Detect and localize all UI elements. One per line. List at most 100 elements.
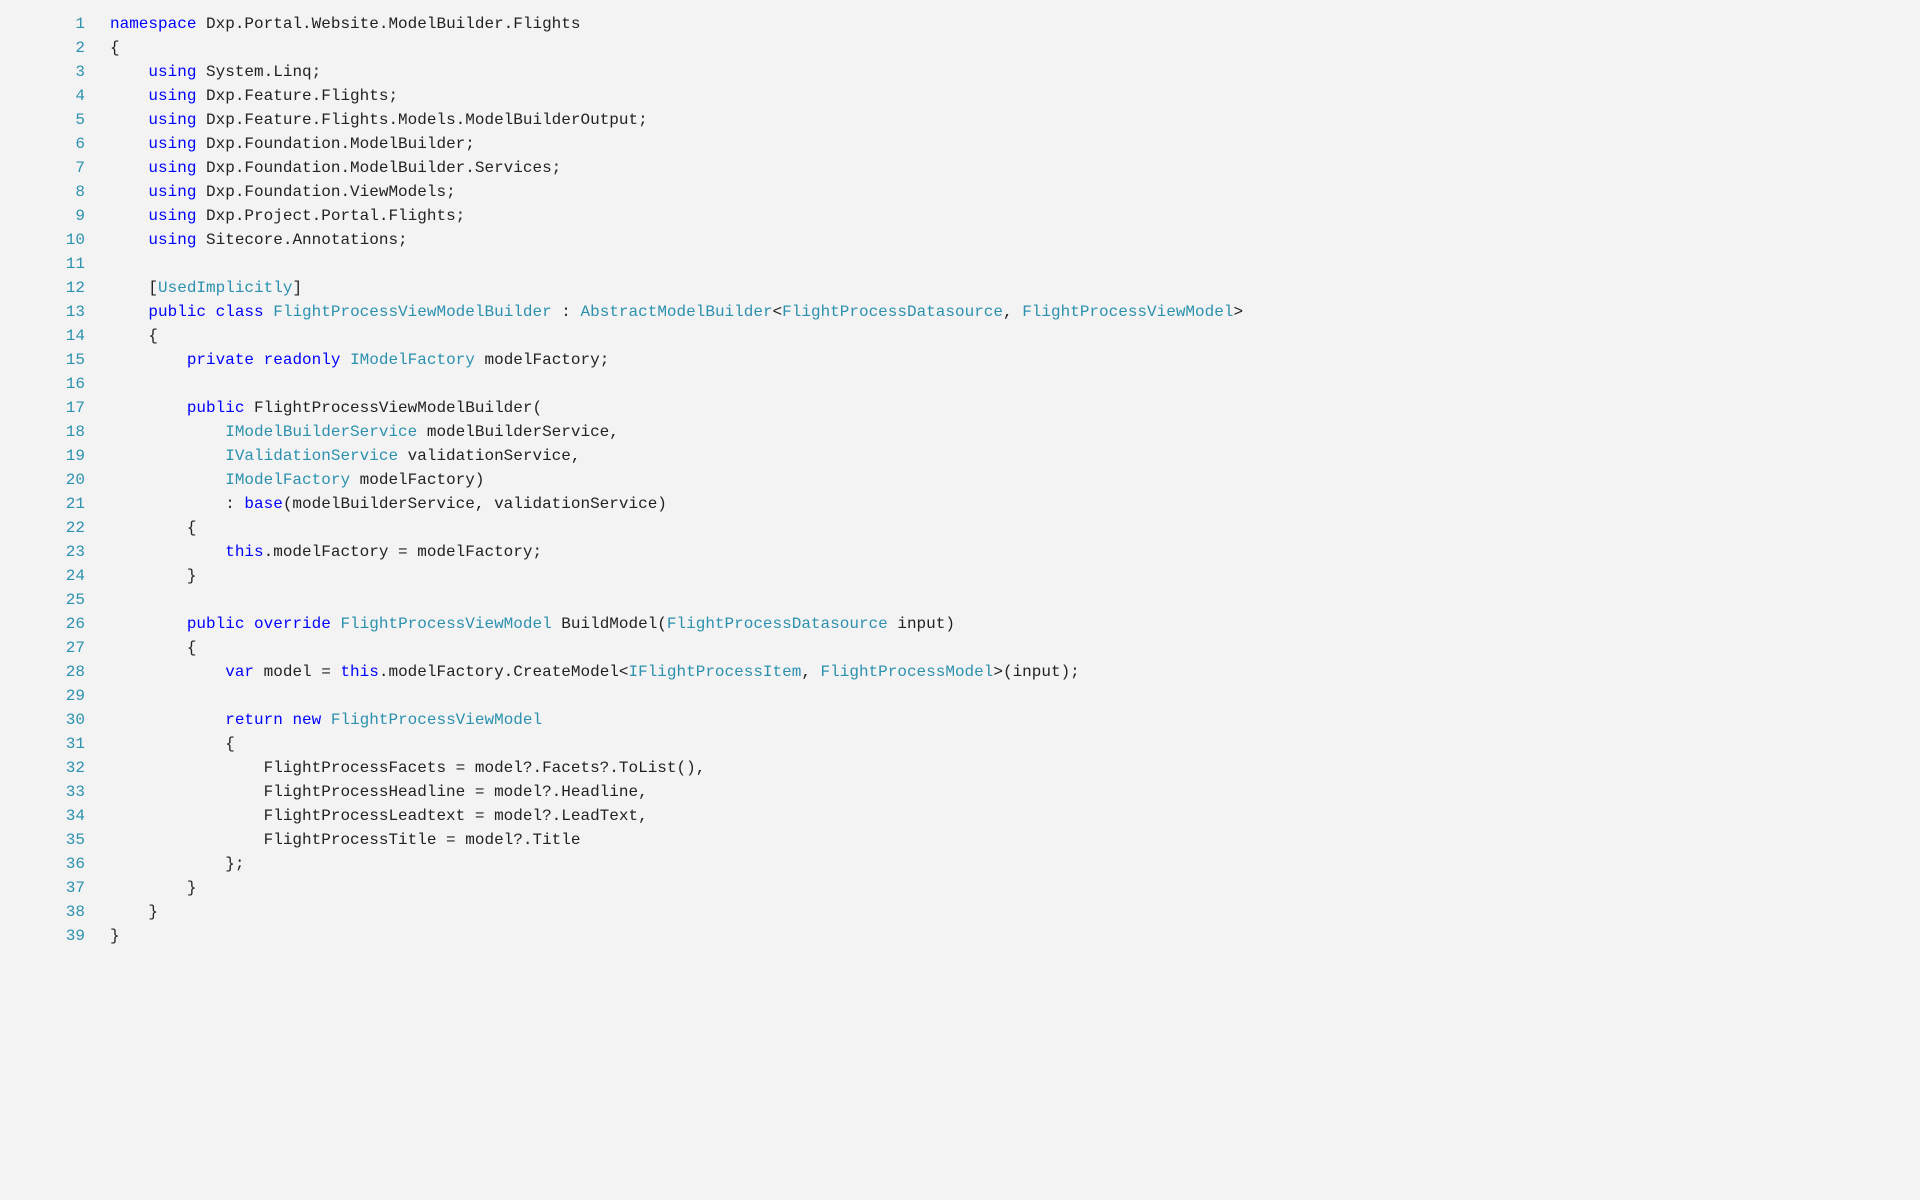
line-number: 34 [0, 804, 110, 828]
code-line[interactable]: 36 }; [0, 852, 1920, 876]
code-line[interactable]: 37 } [0, 876, 1920, 900]
code-text[interactable]: using Sitecore.Annotations; [110, 228, 1920, 252]
code-text[interactable]: var model = this.modelFactory.CreateMode… [110, 660, 1920, 684]
line-number: 23 [0, 540, 110, 564]
code-text[interactable] [110, 372, 1920, 396]
code-line[interactable]: 21 : base(modelBuilderService, validatio… [0, 492, 1920, 516]
code-text[interactable]: IModelBuilderService modelBuilderService… [110, 420, 1920, 444]
line-number: 38 [0, 900, 110, 924]
code-editor[interactable]: 1namespace Dxp.Portal.Website.ModelBuild… [0, 12, 1920, 948]
code-text[interactable]: public class FlightProcessViewModelBuild… [110, 300, 1920, 324]
code-text[interactable]: [UsedImplicitly] [110, 276, 1920, 300]
line-number: 29 [0, 684, 110, 708]
code-line[interactable]: 34 FlightProcessLeadtext = model?.LeadTe… [0, 804, 1920, 828]
code-line[interactable]: 1namespace Dxp.Portal.Website.ModelBuild… [0, 12, 1920, 36]
code-text[interactable]: : base(modelBuilderService, validationSe… [110, 492, 1920, 516]
code-line[interactable]: 6 using Dxp.Foundation.ModelBuilder; [0, 132, 1920, 156]
line-number: 15 [0, 348, 110, 372]
line-number: 21 [0, 492, 110, 516]
code-text[interactable]: { [110, 36, 1920, 60]
code-line[interactable]: 4 using Dxp.Feature.Flights; [0, 84, 1920, 108]
line-number: 16 [0, 372, 110, 396]
line-number: 1 [0, 12, 110, 36]
code-line[interactable]: 2{ [0, 36, 1920, 60]
code-text[interactable]: FlightProcessFacets = model?.Facets?.ToL… [110, 756, 1920, 780]
code-text[interactable]: } [110, 900, 1920, 924]
code-text[interactable]: FlightProcessHeadline = model?.Headline, [110, 780, 1920, 804]
line-number: 9 [0, 204, 110, 228]
code-line[interactable]: 20 IModelFactory modelFactory) [0, 468, 1920, 492]
code-text[interactable]: { [110, 324, 1920, 348]
line-number: 5 [0, 108, 110, 132]
code-line[interactable]: 8 using Dxp.Foundation.ViewModels; [0, 180, 1920, 204]
code-line[interactable]: 31 { [0, 732, 1920, 756]
code-line[interactable]: 24 } [0, 564, 1920, 588]
code-line[interactable]: 3 using System.Linq; [0, 60, 1920, 84]
line-number: 7 [0, 156, 110, 180]
code-text[interactable]: { [110, 636, 1920, 660]
code-text[interactable] [110, 588, 1920, 612]
code-line[interactable]: 7 using Dxp.Foundation.ModelBuilder.Serv… [0, 156, 1920, 180]
code-text[interactable]: this.modelFactory = modelFactory; [110, 540, 1920, 564]
code-line[interactable]: 18 IModelBuilderService modelBuilderServ… [0, 420, 1920, 444]
code-line[interactable]: 15 private readonly IModelFactory modelF… [0, 348, 1920, 372]
line-number: 30 [0, 708, 110, 732]
line-number: 37 [0, 876, 110, 900]
line-number: 25 [0, 588, 110, 612]
code-line[interactable]: 25 [0, 588, 1920, 612]
code-text[interactable]: }; [110, 852, 1920, 876]
code-line[interactable]: 30 return new FlightProcessViewModel [0, 708, 1920, 732]
code-line[interactable]: 5 using Dxp.Feature.Flights.Models.Model… [0, 108, 1920, 132]
code-text[interactable]: { [110, 732, 1920, 756]
code-line[interactable]: 16 [0, 372, 1920, 396]
line-number: 2 [0, 36, 110, 60]
code-text[interactable]: } [110, 924, 1920, 948]
line-number: 17 [0, 396, 110, 420]
code-text[interactable]: using Dxp.Foundation.ModelBuilder; [110, 132, 1920, 156]
code-line[interactable]: 35 FlightProcessTitle = model?.Title [0, 828, 1920, 852]
code-text[interactable]: public FlightProcessViewModelBuilder( [110, 396, 1920, 420]
code-text[interactable]: public override FlightProcessViewModel B… [110, 612, 1920, 636]
code-text[interactable]: } [110, 564, 1920, 588]
code-line[interactable]: 11 [0, 252, 1920, 276]
line-number: 24 [0, 564, 110, 588]
line-number: 31 [0, 732, 110, 756]
line-number: 28 [0, 660, 110, 684]
code-text[interactable]: FlightProcessTitle = model?.Title [110, 828, 1920, 852]
code-text[interactable]: using System.Linq; [110, 60, 1920, 84]
code-line[interactable]: 23 this.modelFactory = modelFactory; [0, 540, 1920, 564]
code-text[interactable]: { [110, 516, 1920, 540]
code-line[interactable]: 19 IValidationService validationService, [0, 444, 1920, 468]
code-line[interactable]: 39} [0, 924, 1920, 948]
code-line[interactable]: 32 FlightProcessFacets = model?.Facets?.… [0, 756, 1920, 780]
code-line[interactable]: 38 } [0, 900, 1920, 924]
code-line[interactable]: 14 { [0, 324, 1920, 348]
code-text[interactable]: using Dxp.Feature.Flights.Models.ModelBu… [110, 108, 1920, 132]
code-line[interactable]: 13 public class FlightProcessViewModelBu… [0, 300, 1920, 324]
line-number: 39 [0, 924, 110, 948]
code-line[interactable]: 26 public override FlightProcessViewMode… [0, 612, 1920, 636]
code-line[interactable]: 17 public FlightProcessViewModelBuilder( [0, 396, 1920, 420]
code-line[interactable]: 12 [UsedImplicitly] [0, 276, 1920, 300]
code-line[interactable]: 33 FlightProcessHeadline = model?.Headli… [0, 780, 1920, 804]
code-text[interactable]: using Dxp.Foundation.ViewModels; [110, 180, 1920, 204]
code-text[interactable]: namespace Dxp.Portal.Website.ModelBuilde… [110, 12, 1920, 36]
code-line[interactable]: 27 { [0, 636, 1920, 660]
code-text[interactable]: using Dxp.Feature.Flights; [110, 84, 1920, 108]
code-text[interactable]: } [110, 876, 1920, 900]
code-line[interactable]: 9 using Dxp.Project.Portal.Flights; [0, 204, 1920, 228]
line-number: 33 [0, 780, 110, 804]
code-text[interactable]: using Dxp.Foundation.ModelBuilder.Servic… [110, 156, 1920, 180]
code-text[interactable] [110, 684, 1920, 708]
code-line[interactable]: 29 [0, 684, 1920, 708]
code-text[interactable]: using Dxp.Project.Portal.Flights; [110, 204, 1920, 228]
code-line[interactable]: 22 { [0, 516, 1920, 540]
code-line[interactable]: 10 using Sitecore.Annotations; [0, 228, 1920, 252]
code-text[interactable]: IModelFactory modelFactory) [110, 468, 1920, 492]
code-text[interactable]: private readonly IModelFactory modelFact… [110, 348, 1920, 372]
code-text[interactable]: return new FlightProcessViewModel [110, 708, 1920, 732]
code-text[interactable] [110, 252, 1920, 276]
code-text[interactable]: FlightProcessLeadtext = model?.LeadText, [110, 804, 1920, 828]
code-line[interactable]: 28 var model = this.modelFactory.CreateM… [0, 660, 1920, 684]
code-text[interactable]: IValidationService validationService, [110, 444, 1920, 468]
